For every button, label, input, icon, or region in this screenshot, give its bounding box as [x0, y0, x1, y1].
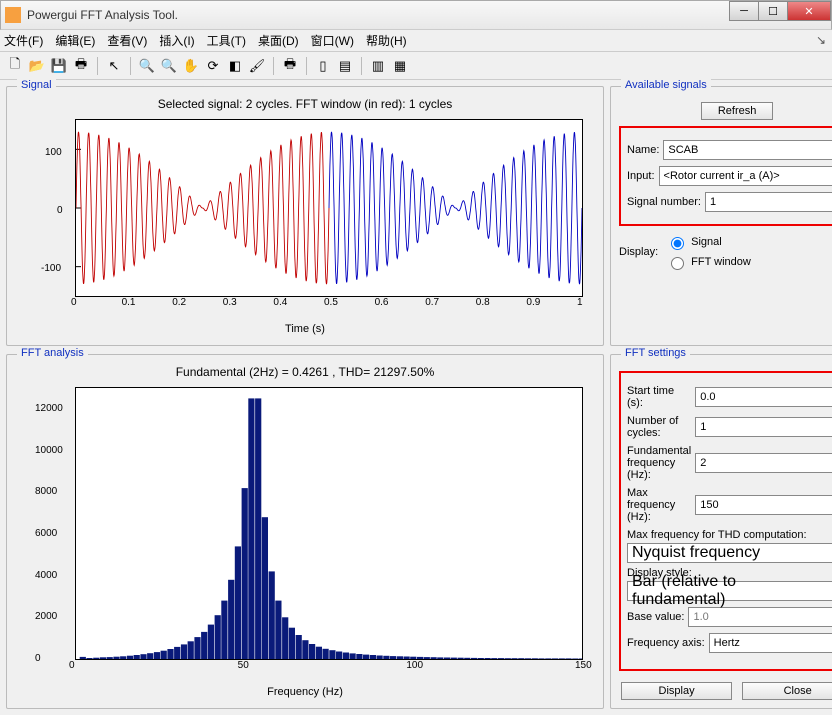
window-title: Powergui FFT Analysis Tool. [27, 8, 178, 22]
start-time-input[interactable] [695, 387, 832, 407]
fft-panel-legend: FFT analysis [17, 347, 88, 359]
toolbar: 🗋 📂 💾 🖶 ↖ 🔍 🔍 ✋ ⟳ ◧ 🖌 🖶 ▯ ▤ ▥ ▦ [0, 52, 832, 80]
thd-note: Max frequency for THD computation: [627, 529, 832, 541]
base-value-label: Base value: [627, 611, 684, 623]
menu-help[interactable]: 帮助(H) [366, 32, 407, 49]
client-area: Signal Selected signal: 2 cycles. FFT wi… [0, 80, 832, 715]
menu-bar: 文件(F) 编辑(E) 查看(V) 插入(I) 工具(T) 桌面(D) 窗口(W… [0, 30, 832, 52]
menu-edit[interactable]: 编辑(E) [55, 32, 95, 49]
colorbar-icon[interactable]: ▯ [314, 57, 332, 75]
signal-xlabel: Time (s) [285, 323, 325, 335]
fft-settings-highlight: Start time (s): Number of cycles: Fundam… [619, 371, 832, 671]
name-label: Name: [627, 144, 659, 156]
ncycles-label: Number of cycles: [627, 415, 691, 439]
link-icon[interactable]: 🖶 [281, 57, 299, 75]
fundamental-label: Fundamental frequency (Hz): [627, 445, 691, 481]
signal-panel: Signal Selected signal: 2 cycles. FFT wi… [6, 86, 604, 346]
display-radio-signal[interactable]: Signal [666, 234, 751, 250]
menu-desktop[interactable]: 桌面(D) [258, 32, 299, 49]
input-select[interactable]: <Rotor current ir_a (A)>▼ [659, 166, 832, 186]
signal-number-select[interactable]: 1▼ [705, 192, 832, 212]
thd-select[interactable]: Nyquist frequency▼ [627, 543, 832, 563]
max-freq-label: Max frequency (Hz): [627, 487, 691, 523]
new-file-icon[interactable]: 🗋 [6, 57, 24, 75]
print-icon[interactable]: 🖶 [72, 57, 90, 75]
dock-icon[interactable]: ↘ [816, 33, 826, 47]
signal-plot-area[interactable] [75, 119, 583, 297]
signal-panel-legend: Signal [17, 79, 56, 91]
window-close-button[interactable]: ✕ [787, 1, 831, 21]
name-select[interactable]: SCAB▼ [663, 140, 832, 160]
menu-file[interactable]: 文件(F) [4, 32, 43, 49]
menu-insert[interactable]: 插入(I) [159, 32, 194, 49]
menu-tools[interactable]: 工具(T) [207, 32, 246, 49]
hide-plottools-icon[interactable]: ▥ [369, 57, 387, 75]
display-radio-fft-window[interactable]: FFT window [666, 254, 751, 270]
signal-number-label: Signal number: [627, 196, 701, 208]
title-bar: Powergui FFT Analysis Tool. ─ ☐ ✕ [0, 0, 832, 30]
display-button[interactable]: Display [621, 682, 732, 700]
signal-chart-title: Selected signal: 2 cycles. FFT window (i… [15, 97, 595, 111]
refresh-button[interactable]: Refresh [701, 102, 774, 120]
ncycles-input[interactable] [695, 417, 832, 437]
brush-icon[interactable]: 🖌 [248, 57, 266, 75]
fft-chart-title: Fundamental (2Hz) = 0.4261 , THD= 21297.… [15, 365, 595, 379]
app-icon [5, 7, 21, 23]
save-icon[interactable]: 💾 [50, 57, 68, 75]
fundamental-input[interactable] [695, 453, 832, 473]
open-file-icon[interactable]: 📂 [28, 57, 46, 75]
available-signals-panel: Available signals Refresh Name: SCAB▼ In… [610, 86, 832, 346]
datatip-icon[interactable]: ◧ [226, 57, 244, 75]
close-button[interactable]: Close [742, 682, 832, 700]
rotate-icon[interactable]: ⟳ [204, 57, 222, 75]
fft-settings-panel: FFT settings Start time (s): Number of c… [610, 354, 832, 709]
legend-icon[interactable]: ▤ [336, 57, 354, 75]
available-signals-legend: Available signals [621, 79, 711, 91]
start-time-label: Start time (s): [627, 385, 691, 409]
maximize-button[interactable]: ☐ [758, 1, 788, 21]
fft-settings-legend: FFT settings [621, 347, 690, 359]
pointer-icon[interactable]: ↖ [105, 57, 123, 75]
display-label: Display: [619, 246, 658, 258]
menu-window[interactable]: 窗口(W) [311, 32, 354, 49]
display-style-select[interactable]: Bar (relative to fundamental)▼ [627, 581, 832, 601]
minimize-button[interactable]: ─ [729, 1, 759, 21]
show-plottools-icon[interactable]: ▦ [391, 57, 409, 75]
zoom-in-icon[interactable]: 🔍 [138, 57, 156, 75]
fft-xlabel: Frequency (Hz) [267, 686, 343, 698]
zoom-out-icon[interactable]: 🔍 [160, 57, 178, 75]
menu-view[interactable]: 查看(V) [107, 32, 147, 49]
max-freq-input[interactable] [695, 495, 832, 515]
input-label: Input: [627, 170, 655, 182]
fft-plot-area[interactable] [75, 387, 583, 660]
base-value-input [688, 607, 832, 627]
frequency-axis-select[interactable]: Hertz▼ [709, 633, 832, 653]
frequency-axis-label: Frequency axis: [627, 637, 705, 649]
fft-panel: FFT analysis Fundamental (2Hz) = 0.4261 … [6, 354, 604, 709]
available-signals-highlight: Name: SCAB▼ Input: <Rotor current ir_a (… [619, 126, 832, 226]
pan-icon[interactable]: ✋ [182, 57, 200, 75]
